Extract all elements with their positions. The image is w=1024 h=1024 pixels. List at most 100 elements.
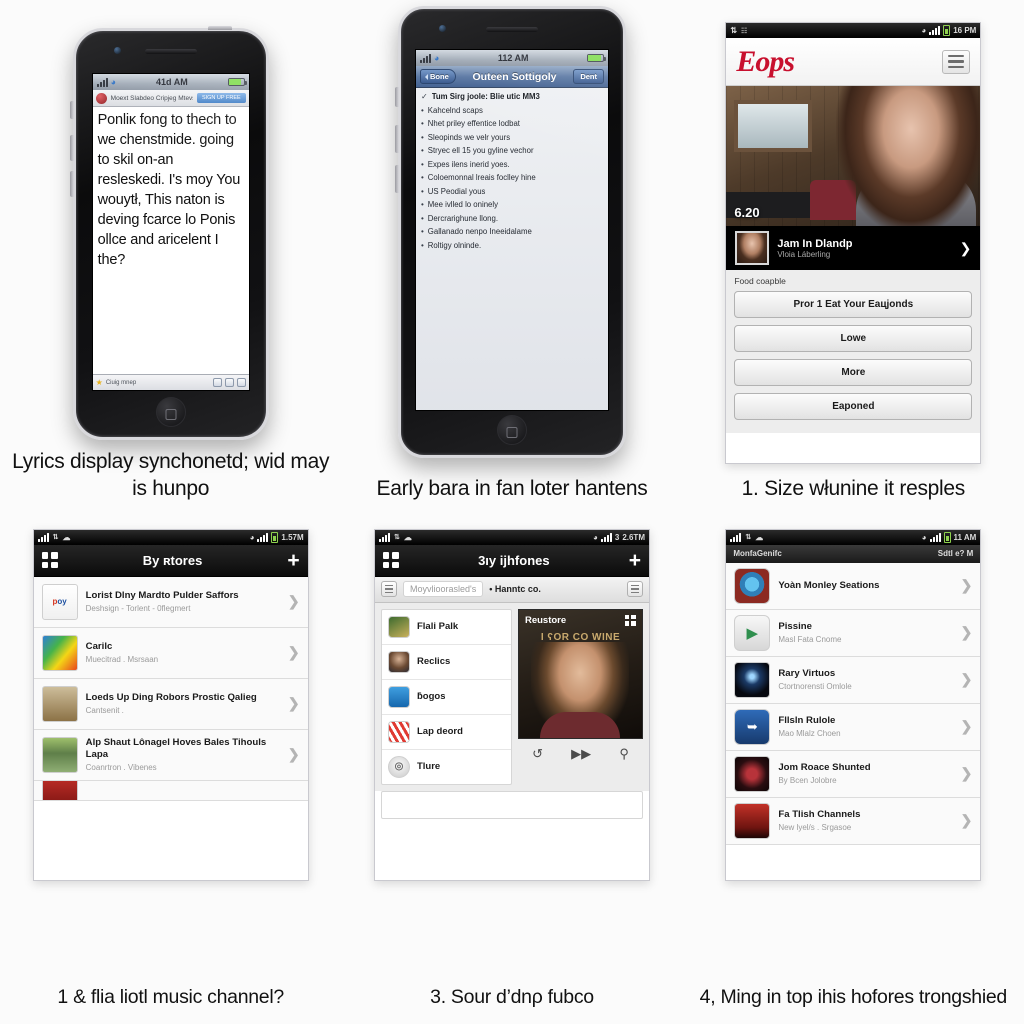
list-item[interactable]: Alp Shaut Lônagel Hoves Bales Tihouls La… bbox=[33, 729, 308, 781]
list-item[interactable]: • Mee ivlled lo oninely bbox=[421, 200, 603, 209]
grid-dots-icon[interactable] bbox=[624, 614, 636, 626]
app-badge-icon bbox=[95, 92, 107, 104]
home-button-icon[interactable] bbox=[506, 427, 518, 438]
list-item-text: Fa Tlish Channels New lyel/s . Srgasoe bbox=[778, 809, 952, 832]
action-button-1[interactable]: Pror 1 Eat Your Eaцjonds bbox=[734, 291, 973, 318]
phone-screen: ◕ 41d AM Moext Slabdeo Cripjeg Mtevs SIG… bbox=[91, 73, 250, 391]
cloud-icon: ☁ bbox=[403, 532, 412, 542]
volume-up-button[interactable] bbox=[69, 135, 74, 161]
search-circle-icon[interactable]: ⚲ bbox=[619, 746, 629, 762]
chevron-right-icon: ❯ bbox=[287, 695, 300, 712]
plus-icon[interactable]: + bbox=[629, 550, 641, 571]
list-item[interactable]: Yoàn Monley Seations ❯ bbox=[726, 562, 981, 610]
footer-bar: ★ Ciuig mnep bbox=[92, 374, 249, 390]
home-button-icon[interactable] bbox=[165, 409, 177, 420]
list-item[interactable]: ✓ Tum Sirg joole: Blie utic MM3 bbox=[421, 92, 603, 101]
list-item[interactable]: • US Peodial yous bbox=[421, 187, 603, 196]
list-item[interactable]: • Stryec ell 15 you gyline vechor bbox=[421, 146, 603, 155]
app-header: Eops bbox=[726, 38, 981, 86]
bullet-icon: • bbox=[420, 146, 424, 155]
book-icon[interactable] bbox=[236, 378, 246, 387]
grid-icon[interactable] bbox=[41, 552, 58, 569]
list-item-title: Lorist Dlny Mardto Pulder Saffors bbox=[85, 590, 239, 602]
android-screen: ⇅ ☁ ◕ 1.57M By ʀtores + poy Lorist Dlny bbox=[32, 528, 309, 881]
list-item[interactable]: • Expes ilens inerid yoes. bbox=[421, 160, 603, 169]
panel-stores-list: ⇅ ☁ ◕ 1.57M By ʀtores + poy Lorist Dlny bbox=[0, 517, 341, 1024]
signup-pill-button[interactable]: SIGN UP FREE bbox=[196, 93, 246, 103]
list-item[interactable]: ƃogos bbox=[381, 680, 511, 715]
panel-outline-phone: ◕ 112 AM Bone Outeen Sottigoly Dent ✓ Tu… bbox=[341, 0, 682, 517]
list-item[interactable]: Rary Virtuos Ctortnorensti Omlole ❯ bbox=[726, 656, 981, 704]
list-item[interactable]: • Sleopinds we velr yours bbox=[421, 133, 603, 142]
nav-right-button[interactable]: Dent bbox=[573, 69, 604, 84]
list-item-label: Lap deord bbox=[416, 726, 463, 738]
bottom-panel[interactable] bbox=[380, 790, 643, 819]
fast-forward-icon[interactable]: ▶▶ bbox=[571, 746, 591, 762]
list-item[interactable]: • Gallanado nenpo Ineeidalame bbox=[421, 227, 603, 236]
chevron-right-icon: ❯ bbox=[960, 671, 973, 688]
hero-image[interactable]: 6.20 bbox=[726, 86, 981, 226]
lyrics-body: Ponliĸ fong to thech to we chenstmide. g… bbox=[92, 107, 249, 307]
battery-icon bbox=[227, 78, 247, 86]
battery-icon bbox=[943, 531, 951, 543]
signal-bars-icon bbox=[37, 532, 49, 542]
list-item[interactable]: ▶ Pissine Masl Fata Cnome ❯ bbox=[726, 609, 981, 657]
list-item[interactable]: Reclics bbox=[381, 645, 511, 680]
search-input[interactable]: Moyvlioorasled's bbox=[402, 581, 484, 598]
power-button[interactable] bbox=[207, 26, 232, 30]
list-item-label: US Peodial yous bbox=[427, 186, 486, 196]
list-item-label: Expes ilens inerid yoes. bbox=[427, 159, 510, 169]
volume-down-button[interactable] bbox=[394, 165, 399, 193]
list-icon[interactable] bbox=[380, 581, 397, 598]
sub-bar-right[interactable]: Sdtl e? M bbox=[938, 549, 974, 558]
list-item-label: Dercrarighune llong. bbox=[427, 213, 499, 223]
list-item[interactable]: Flali Palk bbox=[381, 610, 511, 645]
action-button-4[interactable]: Eaponed bbox=[734, 393, 973, 420]
list-item[interactable]: Fa Tlish Channels New lyel/s . Srgasoe ❯ bbox=[726, 797, 981, 845]
list-item[interactable]: • Dercrarighune llong. bbox=[421, 214, 603, 223]
featured-item[interactable]: Jam In Dlandp Vloia Láberling ❯ bbox=[726, 226, 981, 270]
red-poster-icon bbox=[734, 802, 771, 839]
album-art[interactable]: Reustore I ʕOR CO WINE bbox=[517, 608, 643, 739]
list-item[interactable]: ➥ Fllsln Rulole Mao Mlalz Choen ❯ bbox=[726, 703, 981, 751]
android-screen: ⇅ ☁ ◕ 3 2.6TM 3ıy ĳhfones + Moyvlioorasl… bbox=[373, 528, 650, 881]
silent-switch[interactable] bbox=[394, 87, 399, 107]
hamburger-icon[interactable] bbox=[942, 49, 971, 74]
volume-up-button[interactable] bbox=[394, 125, 399, 153]
list-item[interactable]: p oy Lorist Dlny Mardto Pulder Saffors De… bbox=[33, 576, 308, 628]
list-item[interactable]: Loeds Up Ding Robors Prostic Qalieg Cant… bbox=[33, 678, 308, 730]
list-item[interactable]: • Coloemonnal lreais foclley hine bbox=[421, 173, 603, 182]
cloud-icon: ☁ bbox=[62, 532, 71, 542]
list-item[interactable]: Jom Roace Shunted By Bcen Jolobre ❯ bbox=[726, 750, 981, 798]
screen-title: By ʀtores bbox=[142, 552, 203, 568]
repeat-icon[interactable]: ↺ bbox=[532, 746, 543, 762]
list-item-text: Lorist Dlny Mardto Pulder Saffors Deshsi… bbox=[86, 590, 280, 613]
silent-switch[interactable] bbox=[69, 101, 74, 119]
more-circle-icon: ◎ bbox=[387, 755, 410, 778]
sync-icon: ⇅ bbox=[52, 534, 59, 542]
list-item[interactable]: Lap deord bbox=[381, 715, 511, 750]
back-button[interactable]: Bone bbox=[419, 69, 456, 84]
avatar bbox=[735, 231, 770, 265]
plus-icon[interactable]: + bbox=[287, 550, 299, 571]
refresh-icon[interactable] bbox=[224, 378, 234, 387]
action-button-3[interactable]: More bbox=[734, 359, 973, 386]
star-icon[interactable]: ★ bbox=[96, 378, 103, 387]
list-item-label: Nhet priley effentice lodbat bbox=[427, 119, 520, 128]
status-bar: ⇅ ☁ ◕ 11 AM bbox=[726, 529, 981, 545]
list-item-subtitle: New lyel/s . Srgasoe bbox=[778, 822, 852, 832]
panel-eops-app: ⇅ ☷ ◕ 16 PM Eops 6.20 Jam In Dlandp Vloi… bbox=[683, 0, 1024, 517]
list-item[interactable] bbox=[33, 780, 308, 801]
list-item-title: Carilc bbox=[85, 641, 113, 653]
volume-down-button[interactable] bbox=[69, 171, 74, 197]
share-icon[interactable] bbox=[212, 378, 222, 387]
status-clock: 16 PM bbox=[953, 26, 977, 35]
menu-icon[interactable] bbox=[626, 581, 643, 598]
list-item[interactable]: ◎ Tlure bbox=[382, 750, 511, 784]
list-item[interactable]: • Roltigy olninde. bbox=[421, 241, 603, 250]
grid-icon[interactable] bbox=[382, 552, 399, 569]
list-item[interactable]: • Kahcelnd scaps bbox=[421, 106, 603, 115]
list-item[interactable]: • Nhet priley effentice lodbat bbox=[421, 119, 603, 128]
action-button-2[interactable]: Lowe bbox=[734, 325, 973, 352]
list-item[interactable]: Carilc Muecitrad . Msrsaan ❯ bbox=[33, 627, 308, 679]
